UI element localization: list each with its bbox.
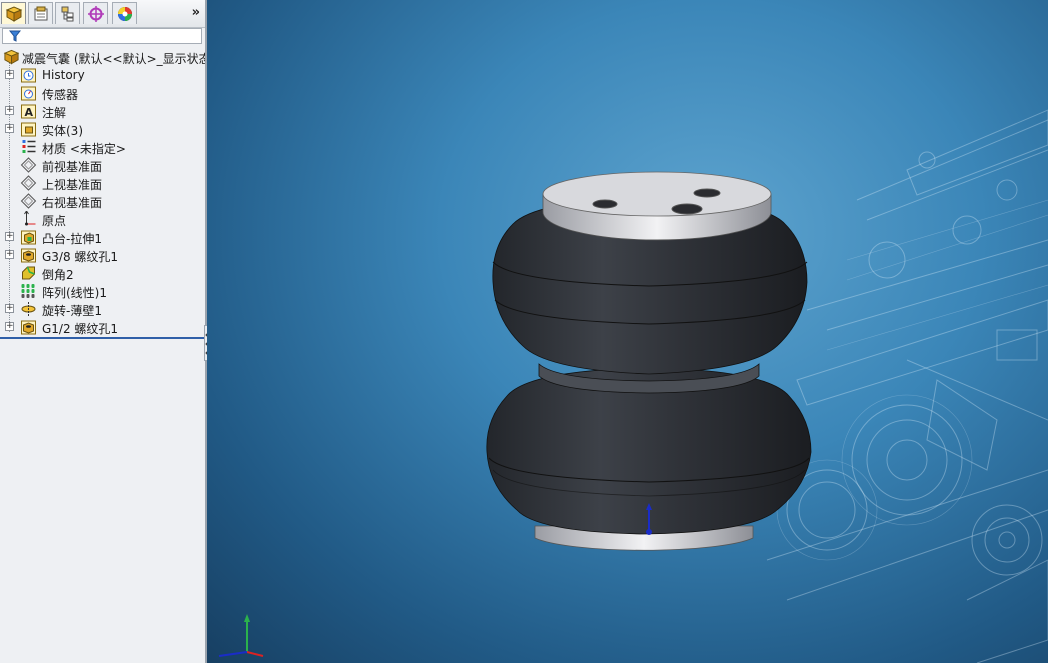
- configuration-manager-tab[interactable]: [55, 2, 80, 24]
- part-icon: [3, 49, 20, 65]
- tree-item-g12-thread-hole1[interactable]: + G1/2 螺纹孔1: [0, 318, 205, 336]
- plane-icon: [20, 193, 37, 209]
- tree-item-annotations[interactable]: + A 注解: [0, 102, 205, 120]
- tree-root-label: 减震气囊 (默认<<默认>_显示状态: [22, 52, 207, 66]
- svg-text:A: A: [25, 106, 34, 119]
- property-manager-tab[interactable]: [28, 2, 53, 24]
- tree-filter-input[interactable]: [2, 28, 202, 44]
- expand-toggle[interactable]: +: [5, 70, 14, 79]
- tree-item-label: 注解: [42, 106, 67, 120]
- mount-hole: [592, 199, 618, 209]
- tree-item-label: 传感器: [42, 88, 79, 102]
- tree-item-label: 右视基准面: [42, 196, 103, 210]
- tree-item-material[interactable]: 材质 <未指定>: [0, 138, 205, 156]
- panel-expand-chevron[interactable]: »: [192, 5, 200, 20]
- mount-hole: [671, 203, 703, 215]
- tree-item-chamfer2[interactable]: 倒角2: [0, 264, 205, 282]
- expand-toggle[interactable]: +: [5, 124, 14, 133]
- tree-root-part[interactable]: 减震气囊 (默认<<默认>_显示状态: [0, 48, 205, 66]
- appearance-icon: [117, 6, 132, 21]
- tree-item-revolve-thin1[interactable]: + 旋转-薄壁1: [0, 300, 205, 318]
- tree-item-label: 实体(3): [42, 124, 83, 138]
- tree-item-label: G1/2 螺纹孔1: [42, 322, 119, 336]
- material-icon: [22, 140, 36, 153]
- tree-item-label: 原点: [42, 214, 67, 228]
- tree-item-g38-thread-hole1[interactable]: + G3/8 螺纹孔1: [0, 246, 205, 264]
- plane-icon: [20, 157, 37, 173]
- feature-tree-icon: [5, 5, 22, 22]
- dimxpert-tab[interactable]: [83, 2, 108, 24]
- tree-item-sensors[interactable]: 传感器: [0, 84, 205, 102]
- panel-tab-bar: »: [0, 0, 205, 28]
- filter-icon: [9, 30, 21, 42]
- hole-icon: [21, 320, 36, 335]
- graphics-viewport[interactable]: [207, 0, 1048, 663]
- display-manager-tab[interactable]: [112, 2, 137, 24]
- property-icon: [34, 6, 47, 20]
- tree-item-label: 阵列(线性)1: [42, 286, 107, 300]
- history-icon: [21, 68, 36, 83]
- tree-item-label: 前视基准面: [42, 160, 103, 174]
- expand-toggle[interactable]: +: [5, 232, 14, 241]
- extrude-icon: [21, 230, 36, 245]
- plane-icon: [20, 175, 37, 191]
- expand-toggle[interactable]: +: [5, 106, 14, 115]
- expand-toggle[interactable]: +: [5, 250, 14, 259]
- sensor-icon: [21, 86, 36, 101]
- tree-item-label: 凸台-拉伸1: [42, 232, 102, 246]
- feature-manager-panel: » 减震气囊 (默认<<默认>_显示状态 + History 传感器 + A 注…: [0, 0, 207, 663]
- tree-item-linear-pattern1[interactable]: 阵列(线性)1: [0, 282, 205, 300]
- tree-item-label: 上视基准面: [42, 178, 103, 192]
- mount-hole: [693, 188, 721, 198]
- origin-icon: [24, 211, 36, 226]
- crosshair-icon: [87, 5, 104, 22]
- linear-pattern-icon: [21, 284, 35, 298]
- top-plate-face: [542, 171, 772, 217]
- expand-toggle[interactable]: +: [5, 322, 14, 331]
- tree-item-label: 倒角2: [42, 268, 74, 282]
- tree-item-top-plane[interactable]: 上视基准面: [0, 174, 205, 192]
- air-spring-model[interactable]: [207, 0, 1048, 663]
- rollback-bar[interactable]: [0, 337, 205, 339]
- annotation-icon: A: [21, 104, 36, 119]
- tree-item-boss-extrude1[interactable]: + 凸台-拉伸1: [0, 228, 205, 246]
- tree-item-origin[interactable]: 原点: [0, 210, 205, 228]
- solid-bodies-icon: [21, 122, 36, 137]
- tree-item-right-plane[interactable]: 右视基准面: [0, 192, 205, 210]
- revolve-icon: [21, 302, 36, 316]
- chamfer-icon: [22, 266, 35, 280]
- tree-item-label: 材质 <未指定>: [42, 142, 126, 156]
- view-triad: [218, 614, 264, 657]
- configuration-icon: [61, 6, 73, 21]
- expand-toggle[interactable]: +: [5, 304, 14, 313]
- feature-manager-tab[interactable]: [1, 2, 26, 24]
- tree-item-label: G3/8 螺纹孔1: [42, 250, 119, 264]
- tree-item-solid-bodies[interactable]: + 实体(3): [0, 120, 205, 138]
- tree-item-history[interactable]: + History: [0, 66, 205, 84]
- hole-icon: [21, 248, 36, 263]
- tree-item-front-plane[interactable]: 前视基准面: [0, 156, 205, 174]
- tree-item-label: History: [42, 68, 85, 82]
- tree-item-label: 旋转-薄壁1: [42, 304, 102, 318]
